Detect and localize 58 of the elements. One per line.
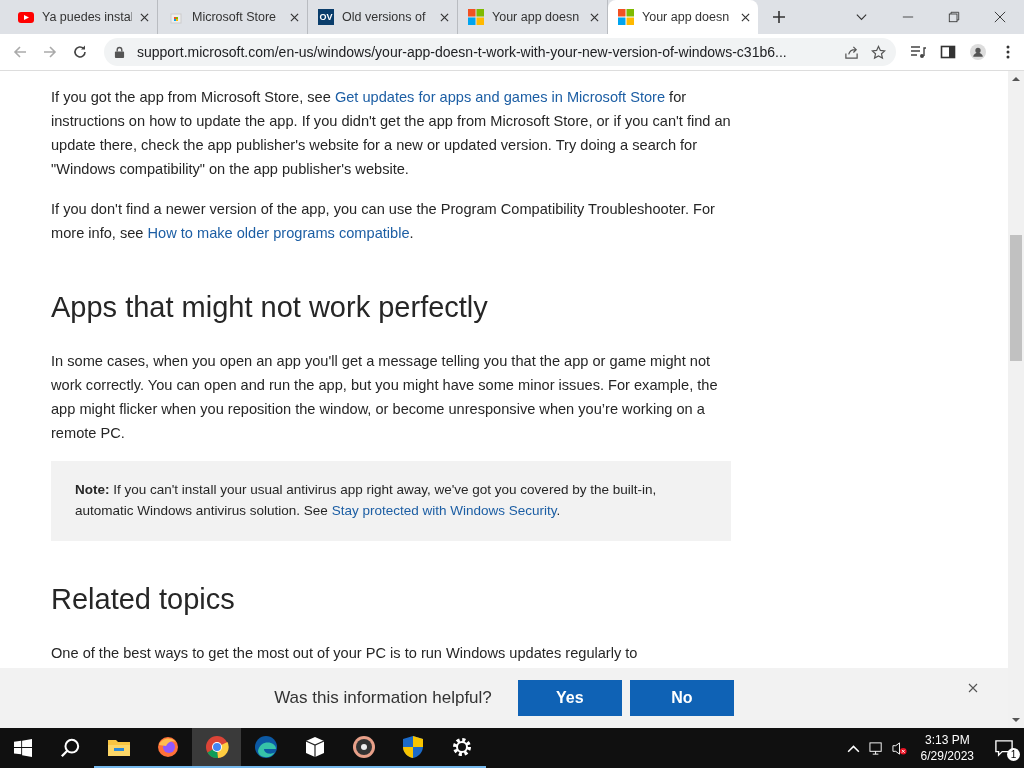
- scroll-up-icon[interactable]: [1012, 76, 1020, 82]
- site-logo: OV: [318, 9, 334, 25]
- clock-time[interactable]: 3:13 PM: [924, 732, 970, 748]
- profile-icon[interactable]: [970, 44, 986, 60]
- section-heading: Apps that might not work perfectly: [51, 290, 489, 325]
- scroll-down-icon[interactable]: [1012, 717, 1020, 723]
- search-icon[interactable]: [60, 738, 80, 758]
- clock-date[interactable]: 6/29/2023: [920, 748, 974, 764]
- network-icon[interactable]: [868, 740, 884, 756]
- lock-icon: [114, 45, 125, 59]
- wave-logo-icon: [253, 735, 278, 759]
- link[interactable]: How to make older programs compatible: [147, 225, 410, 241]
- paragraph: If you got the app from Microsoft Store, see Get updates for apps and games in Microsoft Store for instructions on how to update the app. If you didn't get the app from Microsoft Store, or if you can't find an update there, check the app publisher's website for a new or updated version. Try doing a search for "Windows compatibility" on the app publisher's website.: [51, 88, 731, 179]
- tab-title: Your app doesn: [642, 10, 731, 24]
- tab-title: Microsoft Store: [192, 10, 278, 24]
- close-icon[interactable]: [290, 12, 299, 22]
- share-icon[interactable]: [844, 44, 859, 60]
- feedback-button[interactable]: Yes: [517, 680, 622, 716]
- restore-icon[interactable]: [948, 11, 960, 23]
- tab-title: Your app doesn: [492, 10, 581, 24]
- star-icon[interactable]: [871, 44, 886, 60]
- speaker-muted-icon[interactable]: [891, 740, 907, 756]
- note-text: Note: If you can't install your usual antivirus app right away, we've got you covered by the built-in, automatic Windows antivirus solution. See Stay protected with Windows Security.: [75, 481, 658, 520]
- windows-logo-icon[interactable]: [14, 739, 32, 757]
- round-logo-icon: [204, 735, 229, 759]
- disc-icon: [351, 735, 376, 759]
- paragraph: One of the best ways to get the most out of your PC is to run Windows updates regularly to: [51, 644, 639, 663]
- close-icon[interactable]: [741, 12, 750, 22]
- close-icon[interactable]: [590, 12, 599, 22]
- fox-globe-icon: [155, 735, 180, 759]
- browser-tab[interactable]: Your app doesn: [608, 0, 758, 34]
- notification-icon[interactable]: [995, 739, 1013, 757]
- play-logo-icon: [18, 9, 34, 25]
- four-squares-logo-icon: [468, 9, 484, 25]
- paragraph: If you don't find a newer version of the app, you can use the Program Compatibility Troubleshooter. For more info, see How to make older programs compatible.: [51, 200, 716, 243]
- link[interactable]: Get updates for apps and games in Microsoft Store: [334, 89, 666, 105]
- tab-title: Ya puedes instal: [42, 10, 132, 24]
- close-icon[interactable]: [994, 11, 1006, 23]
- close-icon[interactable]: [968, 683, 978, 693]
- scrollbar-thumb[interactable]: [1010, 235, 1022, 361]
- side-panel-icon[interactable]: [940, 44, 956, 60]
- close-icon[interactable]: [440, 12, 449, 22]
- section-heading: Related topics: [51, 582, 236, 617]
- scrollbar[interactable]: [1008, 71, 1024, 728]
- playlist-icon[interactable]: [910, 44, 926, 60]
- reload-icon[interactable]: [72, 44, 88, 60]
- plus-icon[interactable]: [772, 10, 786, 24]
- paragraph: In some cases, when you open an app you'll get a message telling you that the app or game might not work correctly. You can open and run the app, but you might have some minor issues. For example, the app might flicker when you reposition the window, or become unresponsive when you’re working on a remote PC.: [51, 352, 719, 443]
- url-text: support.microsoft.com/en-us/windows/your-app-doesn-t-work-with-your-new-version-of-windows-c31b6...: [137, 44, 788, 60]
- tab-title: Old versions of: [342, 10, 427, 24]
- taskbar-app[interactable]: [192, 728, 241, 768]
- four-squares-logo-icon: [618, 9, 634, 25]
- shield-icon: [400, 735, 425, 759]
- close-icon[interactable]: [140, 12, 149, 22]
- feedback-button[interactable]: No: [629, 680, 734, 716]
- address-bar[interactable]: support.microsoft.com/en-us/windows/your-app-doesn-t-work-with-your-new-version-of-windows-c31b6...: [104, 38, 896, 66]
- feedback-question: Was this information helpful?: [274, 688, 492, 708]
- notification-badge: 1: [1007, 748, 1020, 761]
